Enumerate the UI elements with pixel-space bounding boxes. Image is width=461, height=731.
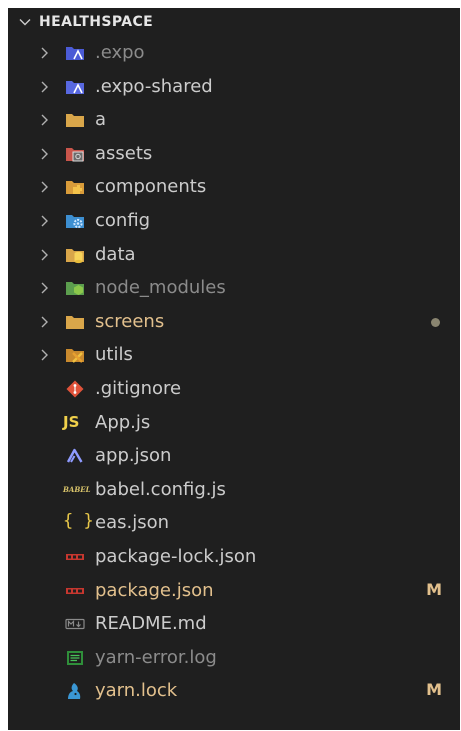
expo-folder-icon — [66, 47, 84, 60]
tree-item-label: node_modules — [95, 277, 226, 299]
tree-item-yarn-lock[interactable]: yarn.lock M — [8, 674, 460, 708]
chevron-right-icon — [41, 316, 48, 328]
tree-item-app-json[interactable]: app.json — [8, 439, 460, 473]
file-explorer-panel: HEALTHSPACE .expo .expo-shared a assets … — [8, 8, 460, 730]
tree-item-babel-config[interactable]: BABEL babel.config.js — [8, 473, 460, 507]
json-icon: { } — [63, 511, 94, 532]
tree-item-label: yarn-error.log — [95, 646, 217, 668]
node-modules-folder-icon — [66, 282, 84, 296]
expo-folder-icon — [66, 80, 84, 94]
modified-dot-indicator — [431, 317, 440, 327]
npm-icon — [66, 553, 84, 560]
yarn-icon — [68, 683, 81, 700]
chevron-right-icon — [41, 47, 48, 59]
tree-item-yarn-error-log[interactable]: yarn-error.log — [8, 641, 460, 675]
explorer-header[interactable]: HEALTHSPACE — [8, 8, 460, 36]
tree-item-label: package-lock.json — [95, 545, 257, 567]
chevron-right-icon — [41, 148, 48, 160]
tree-item-app-js[interactable]: JS App.js — [8, 406, 460, 440]
tree-item-label: config — [95, 209, 151, 231]
tree-item-label: .expo — [95, 42, 145, 63]
tree-item-eas-json[interactable]: { } eas.json — [8, 506, 460, 540]
git-status-badge: M — [426, 680, 442, 700]
tree-item-label: package.json — [95, 579, 214, 601]
chevron-right-icon — [41, 349, 48, 361]
tree-item-config[interactable]: config — [8, 204, 460, 238]
assets-folder-icon — [66, 147, 84, 162]
chevron-right-icon — [41, 215, 48, 227]
tree-item-package-lock-json[interactable]: package-lock.json — [8, 540, 460, 574]
chevron-down-icon — [19, 19, 31, 26]
tree-item-readme[interactable]: README.md — [8, 607, 460, 641]
tree-item-package-json[interactable]: package.json M — [8, 574, 460, 608]
components-folder-icon — [66, 181, 84, 195]
file-tree: .expo .expo-shared a assets components c… — [8, 36, 460, 708]
tree-item-gitignore[interactable]: .gitignore — [8, 372, 460, 406]
npm-icon — [66, 587, 84, 594]
tree-item-label: .gitignore — [95, 377, 182, 399]
chevron-right-icon — [41, 81, 48, 93]
tree-item-node-modules[interactable]: node_modules — [8, 271, 460, 305]
expo-icon — [66, 448, 83, 463]
tree-item-expo[interactable]: .expo — [8, 36, 460, 70]
tree-item-label: assets — [95, 142, 153, 164]
javascript-icon: JS — [63, 412, 80, 431]
tree-item-data[interactable]: data — [8, 238, 460, 272]
tree-item-label: components — [95, 176, 207, 198]
tree-item-label: a — [95, 109, 107, 131]
folder-icon — [66, 315, 84, 329]
tree-item-components[interactable]: components — [8, 170, 460, 204]
tree-item-label: screens — [95, 310, 165, 332]
chevron-right-icon — [41, 181, 48, 193]
chevron-right-icon — [41, 114, 48, 126]
config-folder-icon — [66, 214, 84, 229]
chevron-right-icon — [41, 249, 48, 261]
tree-item-assets[interactable]: assets — [8, 137, 460, 171]
babel-icon: BABEL — [63, 484, 91, 494]
tree-item-label: README.md — [95, 613, 207, 635]
tree-item-label: data — [95, 243, 136, 265]
tree-item-utils[interactable]: utils — [8, 338, 460, 372]
tree-item-label: utils — [95, 344, 133, 366]
workspace-title: HEALTHSPACE — [39, 14, 154, 30]
git-icon — [66, 380, 84, 398]
tree-item-expo-shared[interactable]: .expo-shared — [8, 70, 460, 104]
tree-item-a[interactable]: a — [8, 103, 460, 137]
tree-item-label: .expo-shared — [95, 75, 213, 97]
tree-item-screens[interactable]: screens — [8, 305, 460, 339]
tree-item-label: app.json — [95, 445, 172, 467]
log-icon — [67, 650, 83, 665]
markdown-icon — [65, 618, 85, 630]
tree-item-label: eas.json — [95, 512, 170, 534]
git-status-badge: M — [426, 579, 442, 599]
folder-icon — [66, 114, 84, 128]
chevron-right-icon — [41, 282, 48, 294]
utils-folder-icon — [66, 349, 84, 364]
tree-item-label: babel.config.js — [95, 478, 226, 500]
tree-item-label: yarn.lock — [95, 680, 178, 702]
tree-item-label: App.js — [95, 411, 151, 433]
data-folder-icon — [66, 248, 84, 263]
